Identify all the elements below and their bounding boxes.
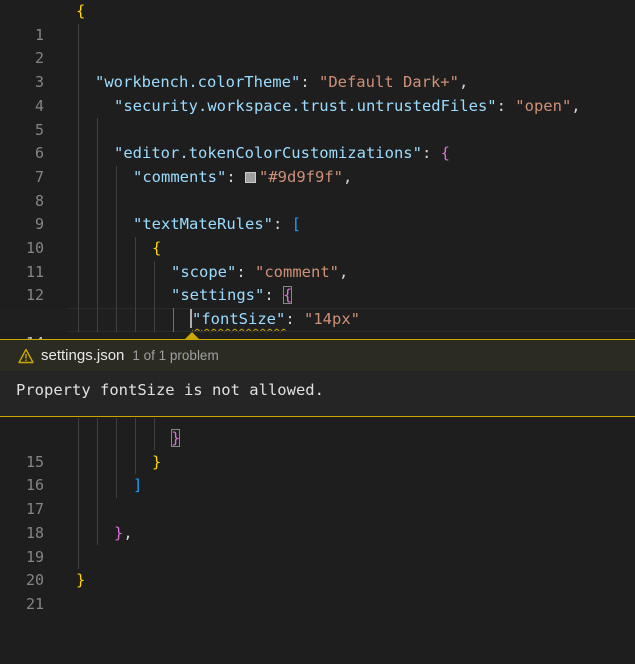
json-key-warning: "fontSize" (192, 310, 286, 329)
json-value: "comment" (255, 262, 339, 281)
indent-guide (97, 418, 98, 545)
code-line[interactable]: 4 "workbench.colorTheme": "Default Dark+… (0, 71, 635, 115)
peek-arrow (185, 332, 199, 339)
json-key: "scope" (171, 262, 237, 281)
code-line[interactable]: 13 "settings": { (0, 284, 635, 328)
brace-matched: { (283, 286, 293, 305)
code-line[interactable]: 3 (0, 47, 635, 91)
json-value: "#9d9f9f" (259, 167, 343, 186)
brace: { (440, 144, 450, 163)
code-line[interactable]: 16 } (0, 451, 635, 495)
bracket: ] (133, 476, 143, 495)
peek-header: settings.json 1 of 1 problem (0, 340, 635, 371)
text-cursor (190, 309, 192, 329)
indent-guide (97, 118, 98, 332)
json-value: "open" (515, 96, 572, 115)
indent-guide (135, 418, 136, 474)
line-number: 21 (25, 594, 44, 613)
indent-guide (154, 418, 155, 450)
code-line-current[interactable]: 14 "fontSize": "14px" (0, 308, 635, 352)
code-line[interactable]: 11 { (0, 237, 635, 281)
peek-message: Property fontSize is not allowed. (16, 381, 324, 399)
brace: } (114, 523, 124, 542)
code-editor[interactable]: 1 { 2 3 4 "workbench.colorTheme": "Defau… (0, 0, 635, 613)
indent-guide (154, 261, 155, 332)
problem-peek[interactable]: settings.json 1 of 1 problem Property fo… (0, 339, 635, 417)
indent-guide (116, 418, 117, 498)
indent-guide (116, 166, 117, 332)
code-line[interactable]: 17 ] (0, 474, 635, 518)
json-key: "editor.tokenColorCustomizations" (114, 144, 422, 163)
code-line[interactable]: 20 (0, 546, 635, 589)
brace: } (76, 571, 86, 590)
brace-matched: } (171, 429, 181, 447)
peek-file-name[interactable]: settings.json (41, 347, 124, 364)
code-line[interactable]: 12 "scope": "comment", (0, 261, 635, 305)
brace: } (152, 452, 162, 471)
code-line[interactable]: 2 (0, 24, 635, 67)
warning-icon (18, 348, 34, 364)
indent-guide (78, 418, 79, 569)
bracket: [ (291, 215, 301, 234)
code-line[interactable]: 21 } (0, 569, 635, 613)
indent-guide (135, 237, 136, 332)
code-line[interactable]: 5 "security.workspace.trust.untrustedFil… (0, 95, 635, 139)
json-value: "14px" (304, 310, 361, 329)
color-swatch[interactable] (245, 171, 256, 183)
brace: { (152, 239, 162, 257)
code-line[interactable]: 10 "textMateRules": [ (0, 213, 635, 257)
code-line[interactable]: 8 "comments": "#9d9f9f", (0, 166, 635, 210)
code-line[interactable]: 1 { (0, 0, 635, 44)
json-key: "textMateRules" (133, 215, 273, 234)
code-line[interactable]: 7 "editor.tokenColorCustomizations": { (0, 142, 635, 186)
indent-guide (78, 24, 79, 332)
indent-guide (173, 308, 174, 332)
code-line[interactable]: 19 }, (0, 522, 635, 566)
brace: { (76, 2, 86, 20)
json-value: "Default Dark+" (318, 73, 459, 92)
json-key: "security.workspace.trust.untrustedFiles… (114, 96, 497, 115)
code-line[interactable]: 9 (0, 190, 635, 233)
code-line[interactable]: 18 (0, 498, 635, 542)
code-line[interactable]: 15 } (0, 427, 635, 471)
json-key: "comments" (133, 167, 227, 186)
json-key: "workbench.colorTheme" (95, 73, 301, 92)
code-line[interactable]: 6 (0, 119, 635, 162)
peek-problem-count: 1 of 1 problem (132, 348, 219, 363)
json-key: "settings" (171, 286, 265, 305)
